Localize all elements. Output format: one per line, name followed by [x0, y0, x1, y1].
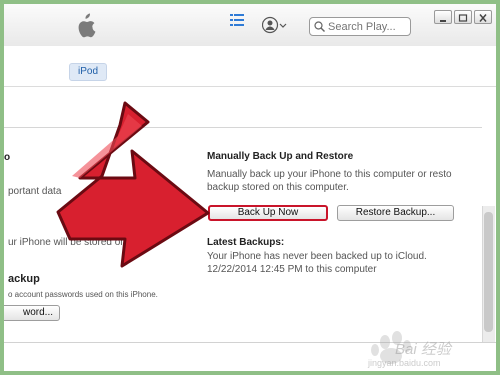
search-icon: [314, 21, 325, 32]
close-button[interactable]: [474, 10, 492, 24]
list-icon[interactable]: [230, 14, 244, 26]
minimize-icon: [440, 20, 446, 22]
restore-icon: [458, 14, 468, 22]
latest-backup-icloud: Your iPhone has never been backed up to …: [207, 251, 427, 262]
minimize-button[interactable]: [434, 10, 452, 24]
left-backup-label: ackup: [8, 273, 40, 285]
manual-backup-desc-2: backup stored on this computer.: [207, 182, 349, 193]
search-input[interactable]: [328, 19, 408, 34]
left-stored-text: ur iPhone will be stored on this: [8, 237, 145, 248]
watermark-text: Bai 经验: [395, 341, 451, 358]
manual-backup-heading: Manually Back Up and Restore: [207, 151, 354, 162]
close-icon: [479, 14, 487, 22]
back-up-now-button[interactable]: Back Up Now: [208, 205, 328, 221]
device-tab-bar: iPod: [4, 46, 496, 87]
tab-ipod[interactable]: iPod: [69, 63, 107, 81]
itunes-toolbar: [4, 4, 496, 47]
change-password-button[interactable]: word...: [0, 305, 60, 321]
user-icon[interactable]: [262, 16, 288, 34]
apple-icon: [78, 13, 96, 38]
left-title-fragment: o: [4, 152, 11, 163]
latest-backups-heading: Latest Backups:: [207, 237, 285, 248]
restore-button[interactable]: [454, 10, 472, 24]
search-field[interactable]: [309, 17, 411, 36]
restore-backup-button[interactable]: Restore Backup...: [337, 205, 454, 221]
latest-backup-computer: 12/22/2014 12:45 PM to this computer: [207, 264, 377, 275]
left-desc-fragment: portant data: [8, 186, 62, 197]
manual-backup-desc-1: Manually back up your iPhone to this com…: [207, 169, 452, 180]
panel-divider: [4, 127, 482, 128]
scrollbar-thumb[interactable]: [484, 212, 493, 332]
watermark-url: jingyan.baidu.com: [368, 358, 441, 368]
left-account-text: o account passwords used on this iPhone.: [8, 290, 158, 299]
